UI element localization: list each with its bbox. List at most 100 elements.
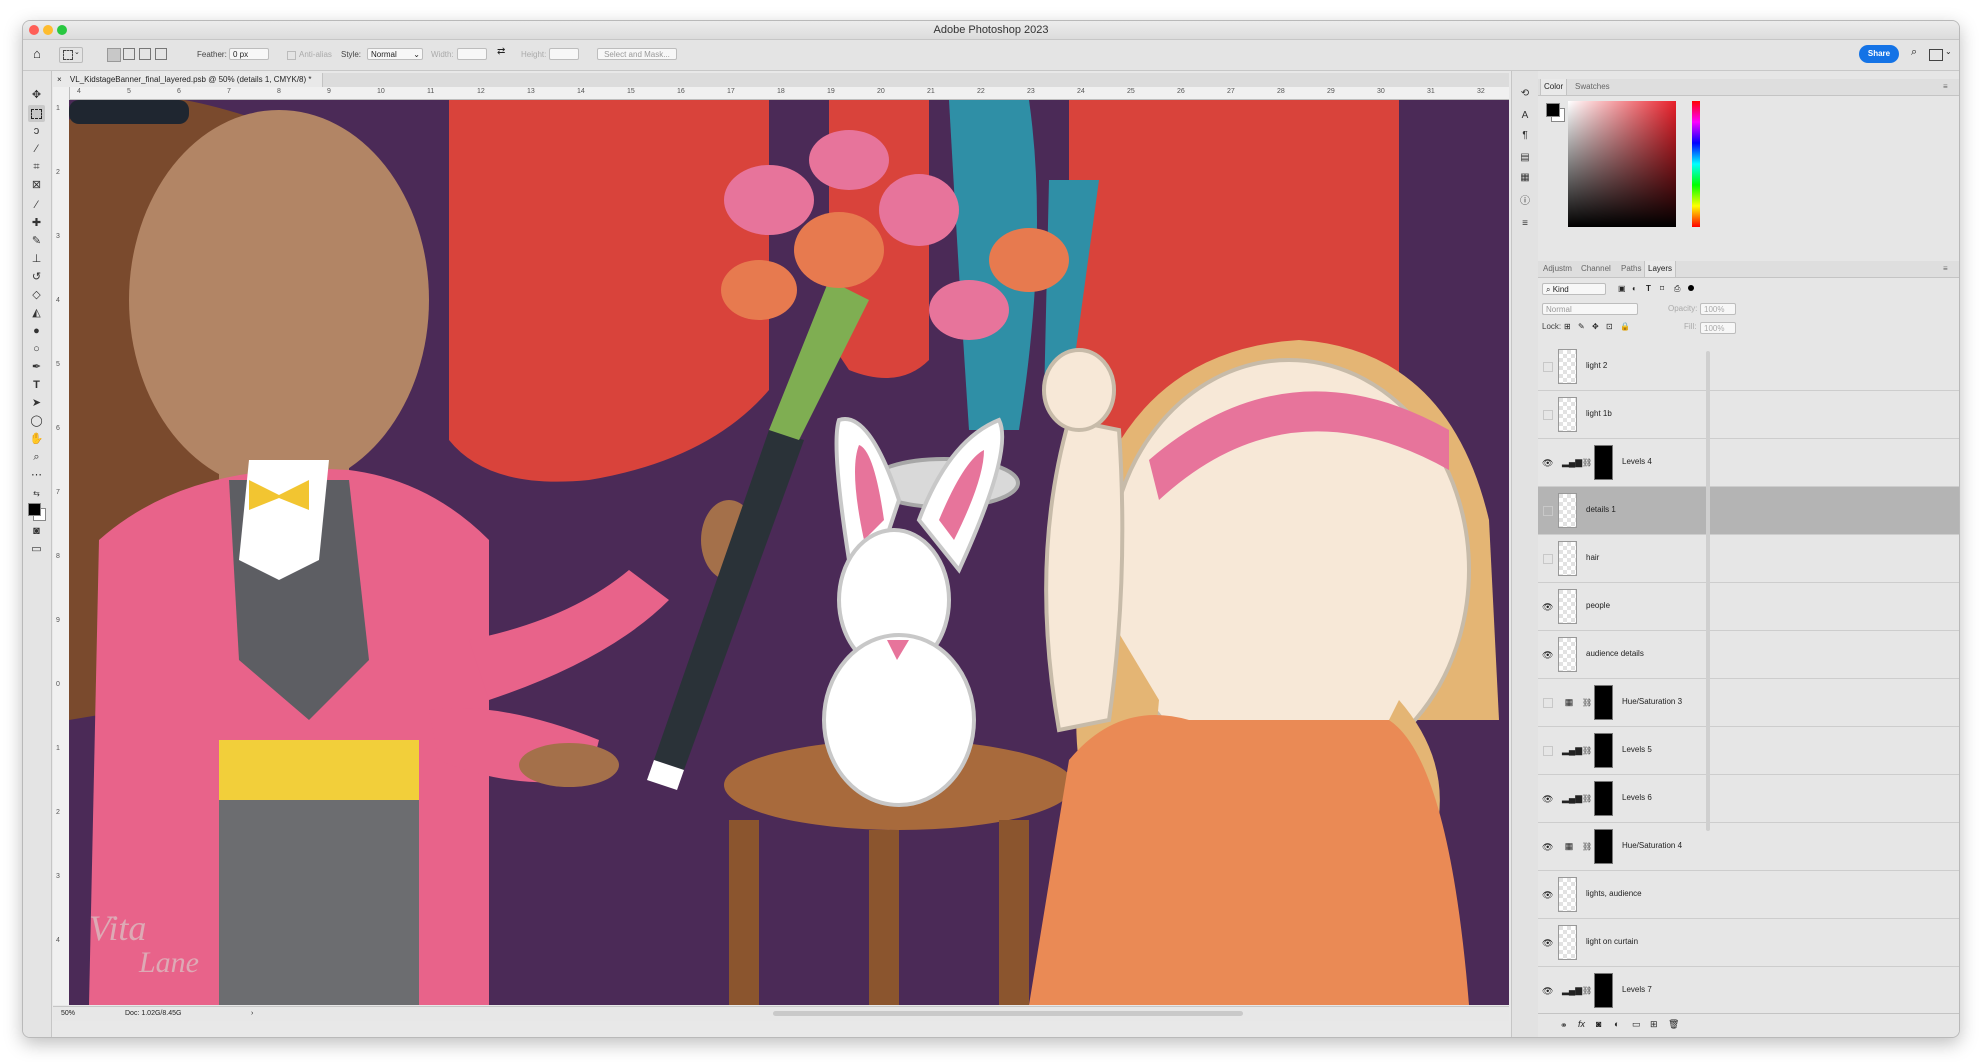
minimize-window-button[interactable]: [43, 25, 53, 35]
adjustment-layer-icon[interactable]: ◐: [1614, 1019, 1619, 1029]
intersect-selection-icon[interactable]: [155, 48, 167, 60]
blend-mode-select[interactable]: Normal: [1542, 303, 1638, 315]
visibility-toggle[interactable]: [1543, 506, 1553, 516]
hue-slider[interactable]: [1692, 101, 1700, 227]
subtract-selection-icon[interactable]: [139, 48, 151, 60]
document-tab[interactable]: × VL_KidstageBanner_final_layered.psb @ …: [53, 73, 323, 87]
lock-all-icon[interactable]: 🔒: [1620, 322, 1630, 331]
ellipse-icon[interactable]: ◯: [28, 413, 45, 430]
screen-mode-icon[interactable]: ▭: [28, 541, 45, 558]
layer-mask-thumbnail[interactable]: [1594, 973, 1613, 1008]
healing-brush-icon[interactable]: ✚: [28, 215, 45, 232]
color-picker-field[interactable]: [1568, 101, 1676, 227]
search-icon[interactable]: ⌕: [1911, 46, 1917, 59]
panel-menu-icon[interactable]: ≡: [1940, 79, 1951, 95]
eye-icon[interactable]: 👁: [1542, 842, 1553, 852]
opacity-input[interactable]: 100%: [1700, 303, 1736, 315]
tab-swatches[interactable]: Swatches: [1572, 79, 1613, 95]
layer-row[interactable]: 👁 ▦ ⛓ Hue/Saturation 4: [1538, 823, 1959, 871]
new-group-icon[interactable]: ▭: [1632, 1019, 1641, 1030]
tab-layers[interactable]: Layers: [1644, 261, 1677, 277]
notes-panel-icon[interactable]: ▦: [1518, 171, 1532, 185]
visibility-toggle[interactable]: [1543, 362, 1553, 372]
frame-icon[interactable]: ⊠: [28, 177, 45, 194]
add-selection-icon[interactable]: [123, 48, 135, 60]
lasso-icon[interactable]: ↄ: [28, 123, 45, 140]
path-selection-icon[interactable]: ➤: [28, 395, 45, 412]
layer-row[interactable]: details 1: [1538, 487, 1959, 535]
brush-icon[interactable]: ✎: [28, 233, 45, 250]
link-icon[interactable]: ⛓: [1582, 986, 1592, 995]
tab-adjustments[interactable]: Adjustm: [1540, 261, 1575, 277]
height-input[interactable]: [549, 48, 579, 60]
swap-colors-icon[interactable]: ⇆: [28, 485, 45, 502]
clone-stamp-icon[interactable]: ⊥: [28, 251, 45, 268]
horizontal-scrollbar[interactable]: [773, 1011, 1243, 1016]
visibility-toggle[interactable]: [1543, 746, 1553, 756]
tool-preset-picker[interactable]: ⌄: [59, 47, 83, 63]
panel-menu-icon[interactable]: ≡: [1940, 261, 1951, 277]
swap-dimensions-icon[interactable]: ⇄: [497, 46, 505, 57]
layer-row[interactable]: 👁 ▂▄▆ ⛓ Levels 4: [1538, 439, 1959, 487]
share-button[interactable]: Share: [1859, 45, 1899, 63]
layer-mask-thumbnail[interactable]: [1594, 445, 1613, 480]
layer-mask-thumbnail[interactable]: [1594, 733, 1613, 768]
fx-icon[interactable]: fx: [1578, 1019, 1585, 1029]
layer-row[interactable]: ▦ ⛓ Hue/Saturation 3: [1538, 679, 1959, 727]
eraser-icon[interactable]: ◇: [28, 287, 45, 304]
link-icon[interactable]: ⛓: [1582, 698, 1592, 707]
type-icon[interactable]: T: [28, 377, 45, 394]
history-panel-icon[interactable]: ⟲: [1518, 87, 1532, 101]
style-select[interactable]: Normal ⌄: [367, 48, 423, 60]
eye-icon[interactable]: 👁: [1542, 794, 1553, 804]
layer-row[interactable]: light 2: [1538, 343, 1959, 391]
link-layers-icon[interactable]: ⚭: [1560, 1020, 1568, 1031]
more-tools-icon[interactable]: ⋯: [28, 467, 45, 484]
layer-mask-thumbnail[interactable]: [1594, 685, 1613, 720]
layer-row[interactable]: 👁 people: [1538, 583, 1959, 631]
horizontal-ruler[interactable]: 4 5 6 7 8 9 10 11 12 13 14 15 16 17 18 19 20 21 22 23 24 25 26…: [69, 87, 1509, 100]
lock-transparent-icon[interactable]: ⊞: [1564, 322, 1571, 331]
layer-row[interactable]: 👁 audience details: [1538, 631, 1959, 679]
tab-paths[interactable]: Paths: [1618, 261, 1644, 277]
foreground-color-icon[interactable]: [28, 503, 41, 516]
link-icon[interactable]: ⛓: [1582, 746, 1592, 755]
select-and-mask-button[interactable]: Select and Mask...: [597, 48, 677, 60]
blur-icon[interactable]: ●: [28, 323, 45, 340]
info-icon[interactable]: ⓘ: [1518, 195, 1532, 209]
crop-icon[interactable]: ⌗: [28, 159, 45, 176]
add-mask-icon[interactable]: ◙: [1596, 1019, 1601, 1029]
zoom-window-button[interactable]: [57, 25, 67, 35]
link-icon[interactable]: ⛓: [1582, 458, 1592, 467]
eye-icon[interactable]: 👁: [1542, 938, 1553, 948]
layer-row[interactable]: 👁 lights, audience: [1538, 871, 1959, 919]
layer-row[interactable]: 👁 light on curtain: [1538, 919, 1959, 967]
dodge-icon[interactable]: ○: [28, 341, 45, 358]
eye-icon[interactable]: 👁: [1542, 650, 1553, 660]
eye-icon[interactable]: 👁: [1542, 602, 1553, 612]
layers-scrollbar[interactable]: [1706, 351, 1710, 831]
filter-adjustment-icon[interactable]: ◐: [1632, 284, 1637, 293]
move-icon[interactable]: ✥: [28, 87, 45, 104]
layer-mask-thumbnail[interactable]: [1594, 829, 1613, 864]
marquee-icon[interactable]: [28, 105, 45, 122]
antialias-checkbox[interactable]: [287, 51, 296, 60]
new-selection-icon[interactable]: [107, 48, 121, 62]
layer-row[interactable]: hair: [1538, 535, 1959, 583]
eye-icon[interactable]: 👁: [1542, 890, 1553, 900]
filter-shape-icon[interactable]: ⌑: [1660, 284, 1664, 293]
layer-row[interactable]: light 1b: [1538, 391, 1959, 439]
layer-row[interactable]: ▂▄▆ ⛓ Levels 5: [1538, 727, 1959, 775]
link-icon[interactable]: ⛓: [1582, 794, 1592, 803]
feather-input[interactable]: 0 px: [229, 48, 269, 60]
layer-mask-thumbnail[interactable]: [1594, 781, 1613, 816]
fill-input[interactable]: 100%: [1700, 322, 1736, 334]
layer-row[interactable]: 👁 ▂▄▆ ⛓ Levels 7: [1538, 967, 1959, 1011]
foreground-swatch[interactable]: [1546, 103, 1560, 117]
properties-panel-icon[interactable]: ≡: [1518, 217, 1532, 231]
filter-pixel-icon[interactable]: ▣: [1618, 284, 1626, 293]
chevron-right-icon[interactable]: ›: [251, 1007, 253, 1021]
eye-icon[interactable]: 👁: [1542, 458, 1553, 468]
history-brush-icon[interactable]: ↺: [28, 269, 45, 286]
layer-row[interactable]: 👁 ▂▄▆ ⛓ Levels 6: [1538, 775, 1959, 823]
